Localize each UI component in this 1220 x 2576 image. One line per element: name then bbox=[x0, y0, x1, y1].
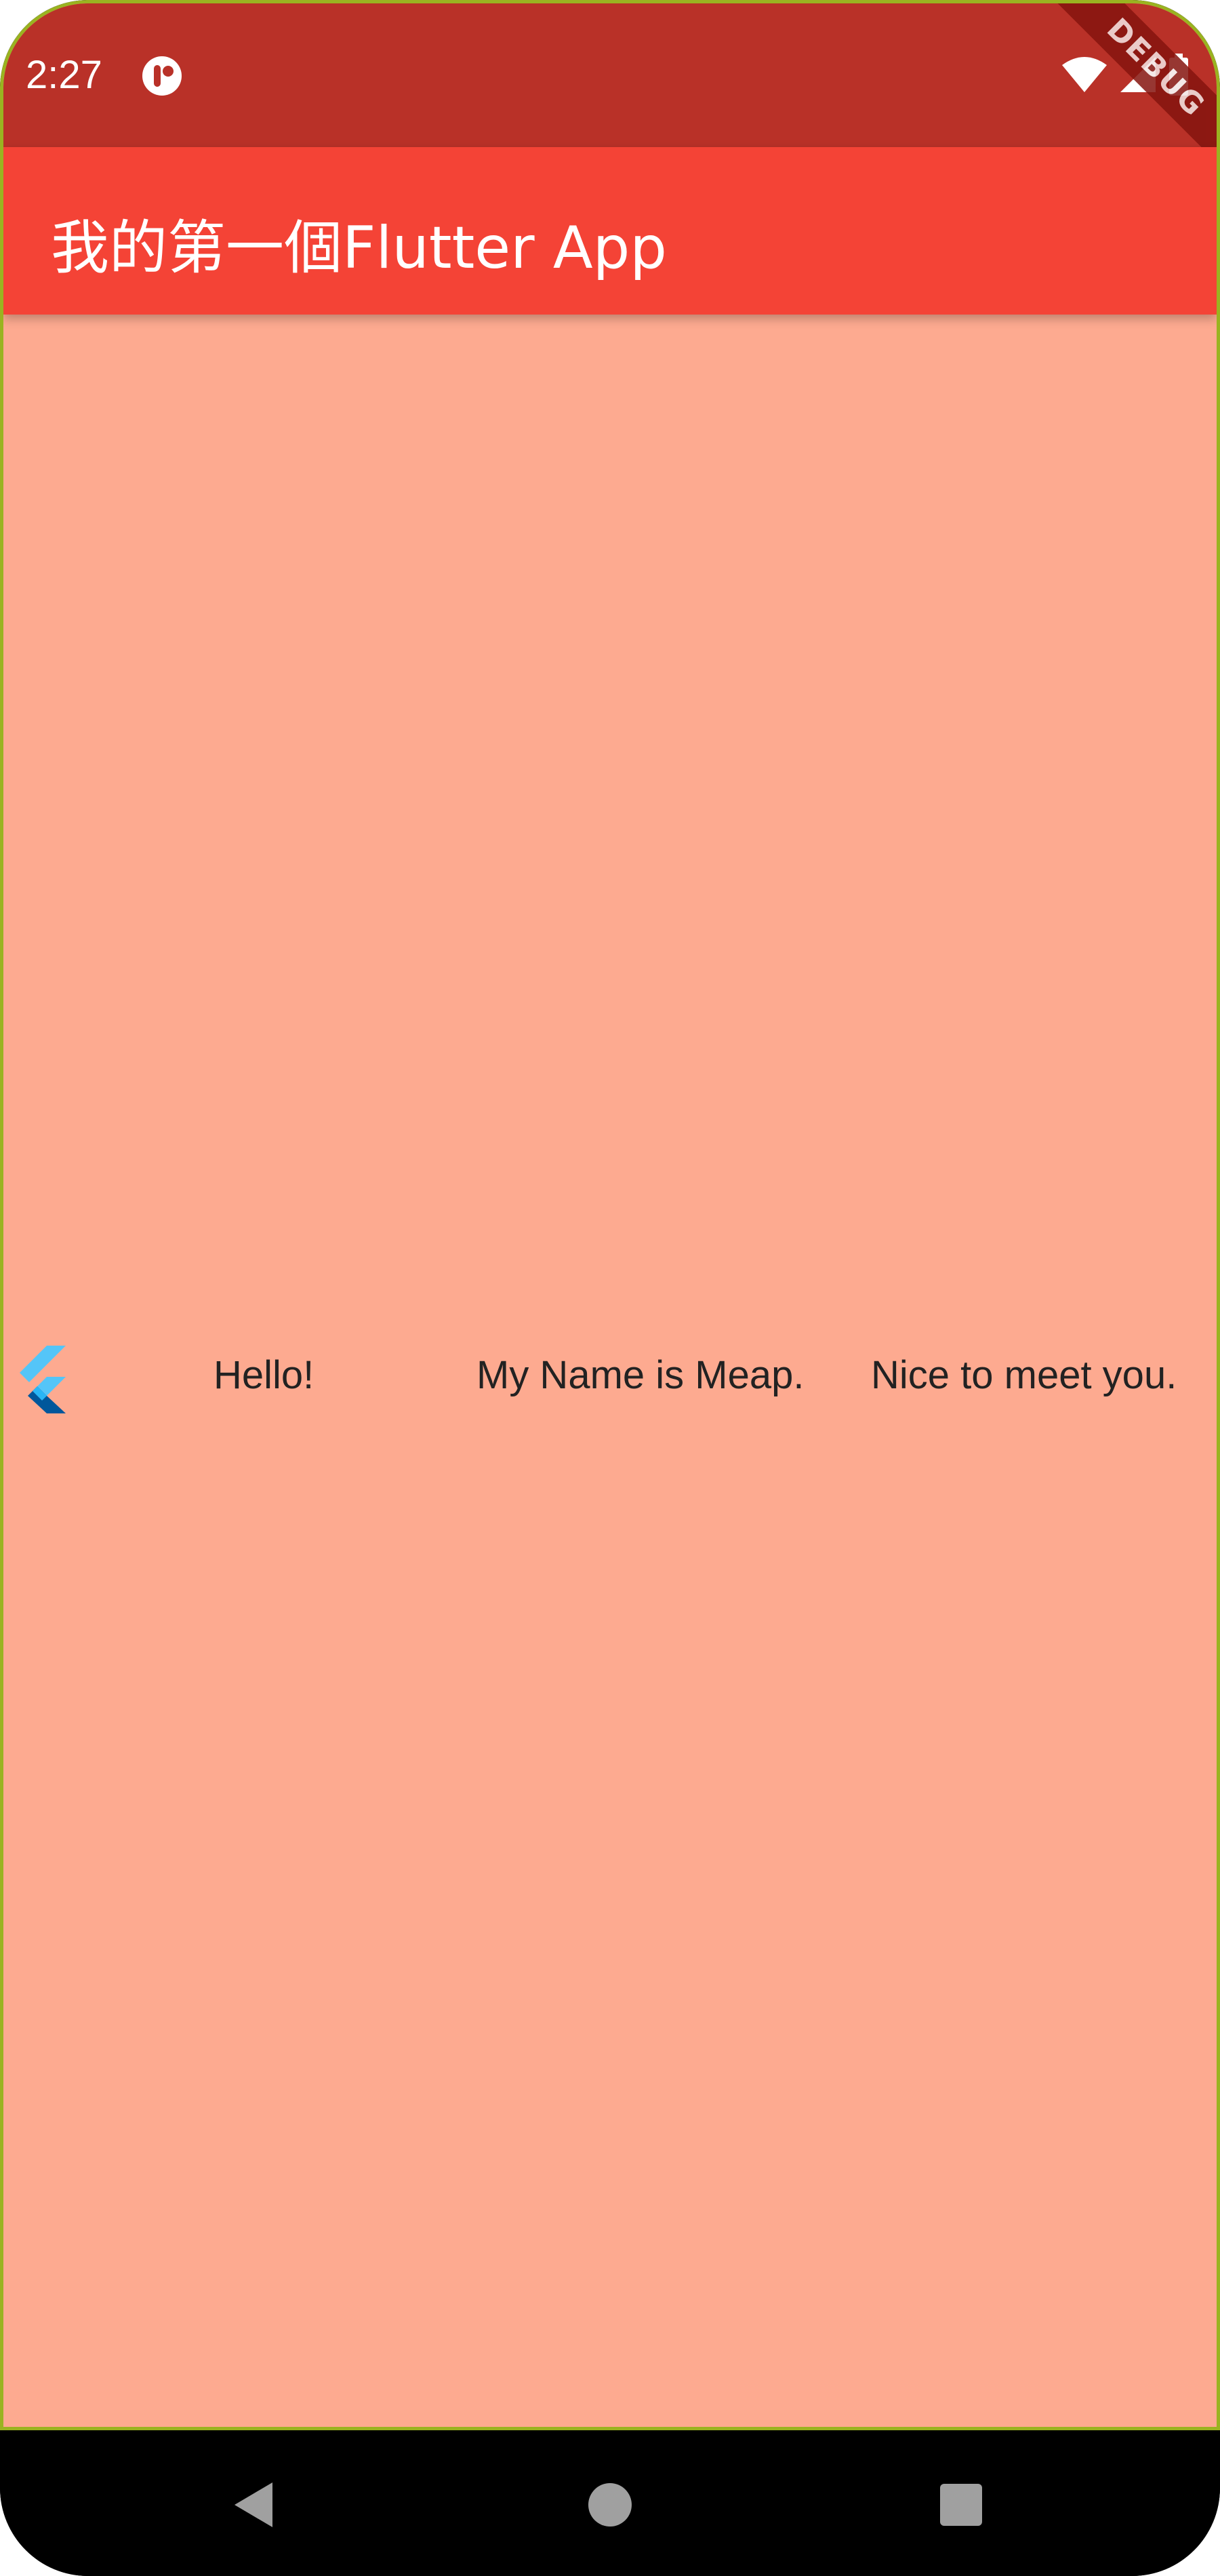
content-row: Hello! My Name is Meap. Nice to meet you… bbox=[3, 1332, 1217, 1420]
app-screen: 2:27 DEBUG 我的第一個Flutter App Hello! My Na… bbox=[0, 0, 1220, 2430]
home-circle-icon[interactable] bbox=[576, 2471, 644, 2539]
app-bar: 我的第一個Flutter App bbox=[3, 147, 1217, 315]
status-time: 2:27 bbox=[26, 53, 102, 97]
media-app-icon bbox=[141, 55, 183, 97]
app-title: 我的第一個Flutter App bbox=[51, 214, 667, 282]
flutter-logo-icon bbox=[12, 1346, 67, 1413]
recents-square-icon[interactable] bbox=[927, 2471, 995, 2539]
navigation-bar bbox=[0, 2430, 1220, 2576]
status-bar: 2:27 DEBUG bbox=[3, 3, 1217, 186]
phone-frame: 2:27 DEBUG 我的第一個Flutter App Hello! My Na… bbox=[0, 0, 1220, 2576]
hello-text: Hello! bbox=[214, 1353, 314, 1397]
wifi-icon bbox=[1061, 56, 1108, 97]
back-triangle-icon[interactable] bbox=[220, 2471, 288, 2539]
name-text: My Name is Meap. bbox=[476, 1353, 805, 1397]
greeting-text: Nice to meet you. bbox=[871, 1353, 1177, 1397]
